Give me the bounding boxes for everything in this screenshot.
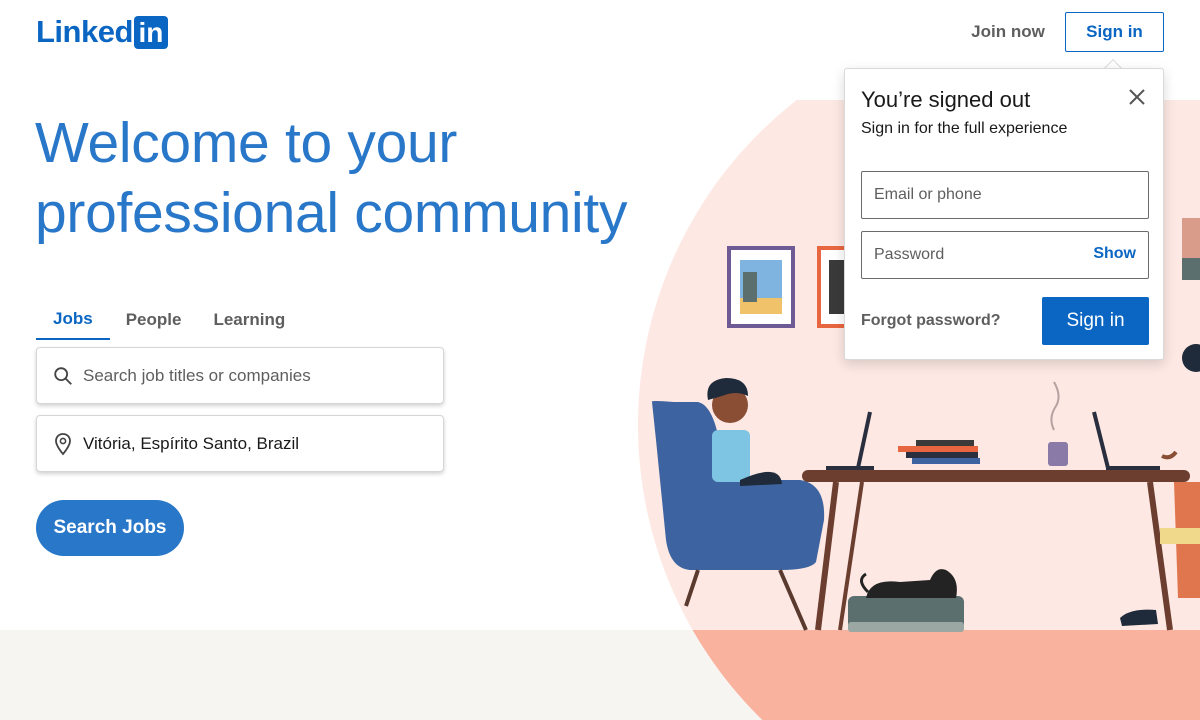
logo-wordmark: Linked <box>36 14 133 49</box>
location-field[interactable] <box>36 415 444 472</box>
linkedin-logo[interactable]: Linked in <box>36 15 168 49</box>
logo-in-box: in <box>133 15 168 49</box>
show-password-button[interactable]: Show <box>1093 245 1136 263</box>
email-field[interactable] <box>861 171 1149 219</box>
signed-out-popup: You’re signed out Sign in for the full e… <box>844 68 1164 360</box>
headline-line-1: Welcome to your <box>35 111 458 175</box>
job-search-input[interactable] <box>83 365 423 386</box>
tab-jobs[interactable]: Jobs <box>36 300 110 340</box>
close-icon[interactable] <box>1125 85 1149 109</box>
email-input[interactable] <box>874 186 1074 204</box>
popup-title: You’re signed out <box>861 87 1031 112</box>
popup-subtitle: Sign in for the full experience <box>861 120 1068 137</box>
location-pin-icon <box>37 415 83 472</box>
popup-sign-in-button[interactable]: Sign in <box>1042 297 1149 345</box>
join-now-link[interactable]: Join now <box>962 14 1054 50</box>
search-jobs-button[interactable]: Search Jobs <box>36 500 184 556</box>
location-input[interactable] <box>83 433 423 454</box>
job-search-field[interactable] <box>36 347 444 404</box>
forgot-password-link[interactable]: Forgot password? <box>861 312 1001 330</box>
password-input[interactable] <box>874 246 1074 264</box>
header-sign-in-button[interactable]: Sign in <box>1065 12 1164 52</box>
headline-line-2: professional community <box>35 181 628 245</box>
tab-people[interactable]: People <box>110 300 198 340</box>
password-field[interactable]: Show <box>861 231 1149 279</box>
search-icon <box>37 347 83 404</box>
search-tabs: Jobs People Learning <box>36 300 301 340</box>
page-headline: Welcome to your professional community <box>35 108 675 248</box>
tab-learning[interactable]: Learning <box>197 300 301 340</box>
